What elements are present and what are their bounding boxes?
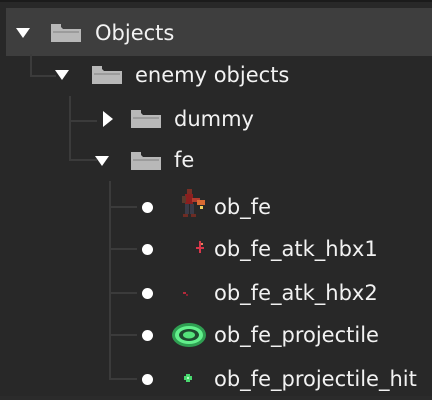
top-divider [0, 0, 432, 2]
tree-item-object[interactable]: ob_fe_atk_hbx2 [0, 272, 432, 314]
tree-item-label: ob_fe_projectile [214, 323, 379, 347]
tree-item-label: ob_fe_atk_hbx2 [214, 281, 378, 305]
expand-arrow-down-icon[interactable] [95, 156, 109, 166]
tree-item-label: fe [174, 148, 195, 172]
tree-item-label: ob_fe_projectile_hit [214, 367, 417, 391]
expand-arrow-down-icon[interactable] [16, 28, 30, 38]
tree-item-object[interactable]: ob_fe_atk_hbx1 [0, 228, 432, 270]
object-bullet-icon [142, 202, 153, 213]
object-bullet-icon [142, 288, 153, 299]
tree-item-enemy-objects-folder[interactable]: enemy objects [0, 54, 432, 96]
tree-item-objects-folder[interactable]: Objects [0, 12, 432, 54]
attack-hitbox-2-sprite-icon [181, 290, 191, 298]
object-bullet-icon [142, 330, 153, 341]
tree-item-object[interactable]: ob_fe_projectile [0, 314, 432, 356]
folder-icon [92, 66, 122, 84]
tree-item-dummy-folder[interactable]: dummy [0, 98, 432, 140]
tree-item-label: ob_fe_atk_hbx1 [214, 237, 378, 261]
tree-item-object[interactable]: ob_fe_projectile_hit [0, 358, 432, 400]
tree-item-object[interactable]: ob_fe [0, 186, 432, 228]
resource-tree: Objects enemy objects dummy fe ob_fe ob_… [0, 0, 432, 396]
expand-arrow-down-icon[interactable] [55, 70, 69, 80]
green-spark-sprite-icon [183, 373, 193, 383]
tree-item-fe-folder[interactable]: fe [0, 140, 432, 182]
folder-icon [131, 110, 161, 128]
object-bullet-icon [142, 244, 153, 255]
tree-item-label: dummy [174, 107, 254, 131]
green-ring-projectile-sprite-icon [170, 320, 208, 350]
attack-hitbox-1-sprite-icon [195, 239, 209, 257]
object-bullet-icon [142, 374, 153, 385]
tree-item-label: ob_fe [214, 195, 271, 219]
folder-icon [131, 152, 161, 170]
fe-character-sprite-icon [176, 188, 208, 222]
folder-icon [51, 24, 81, 42]
tree-item-label: Objects [95, 21, 175, 45]
tree-item-label: enemy objects [135, 63, 290, 87]
expand-arrow-right-icon[interactable] [103, 111, 113, 127]
